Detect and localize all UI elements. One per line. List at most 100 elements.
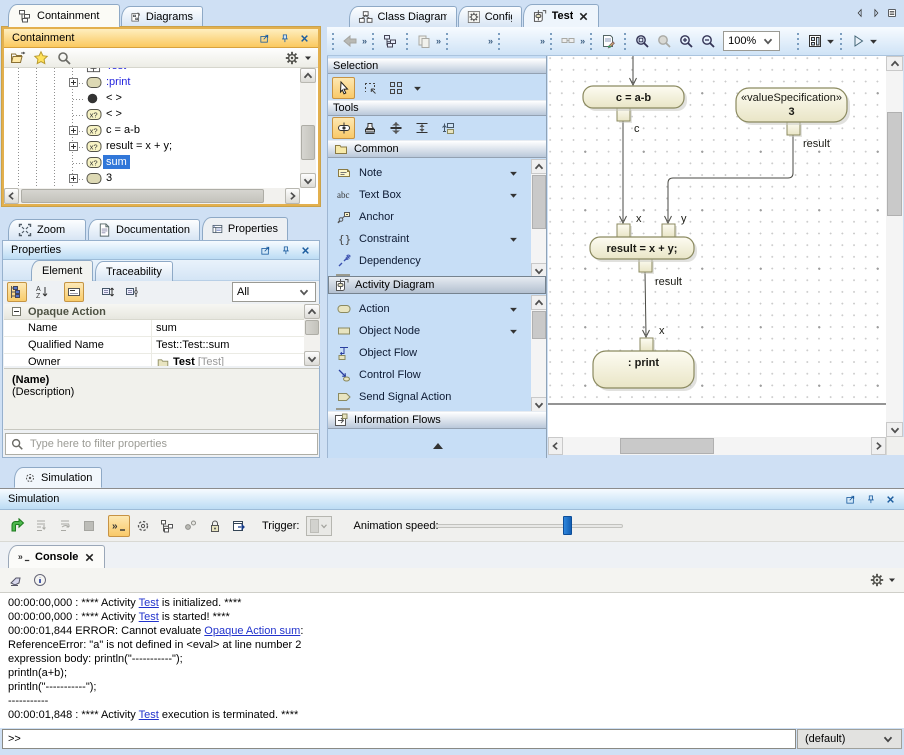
toolbar-grip[interactable] (623, 31, 628, 51)
edge-path[interactable] (645, 272, 646, 335)
console-link[interactable]: Test (139, 611, 159, 623)
layout-button[interactable] (804, 30, 826, 52)
open-folder-button[interactable] (10, 50, 26, 66)
item-dropdown-arrow[interactable] (509, 235, 518, 244)
tree-item[interactable]: x?result = x + y; (4, 139, 300, 155)
canvas-vscrollbar[interactable] (886, 56, 903, 437)
tab-config[interactable]: Config (458, 6, 522, 27)
swimlane-vertical-button[interactable] (384, 117, 407, 139)
toolbar-grip[interactable] (589, 31, 594, 51)
selection-dropdown-arrow[interactable] (413, 84, 422, 93)
toolbar-overflow-chevron[interactable]: » (362, 36, 366, 46)
console-tab-close-icon[interactable] (84, 552, 95, 563)
close-button[interactable] (298, 32, 311, 45)
toolbox-item-control-flow[interactable]: Control Flow (328, 364, 532, 386)
scroll-right-button[interactable] (285, 188, 300, 204)
animation-speed-slider-thumb[interactable] (563, 516, 572, 535)
property-row[interactable]: Namesum (4, 320, 304, 337)
scroll-up-button[interactable] (531, 159, 547, 174)
breakpoints-dots-button[interactable] (180, 515, 202, 537)
scroll-right-button[interactable] (871, 437, 886, 455)
toolbox-item-dependency[interactable]: Dependency (328, 250, 532, 272)
tab-documentation[interactable]: Documentation (88, 219, 200, 240)
animation-speed-slider-track[interactable] (435, 524, 623, 528)
trigger-combo[interactable] (306, 516, 332, 536)
toolbox-item-constraint[interactable]: {}Constraint (328, 228, 532, 250)
scroll-thumb[interactable] (21, 189, 264, 203)
scroll-left-button[interactable] (548, 437, 563, 455)
swimlane-horizontal-button[interactable] (410, 117, 433, 139)
toolbar-overflow-chevron[interactable]: » (488, 36, 492, 46)
pin[interactable] (662, 224, 675, 237)
toolbox-item-send-signal-action[interactable]: Send Signal Action (328, 386, 532, 408)
toolbox-item-anchor[interactable]: Anchor (328, 206, 532, 228)
favorites-star-button[interactable] (33, 50, 49, 66)
toolbox-item-object-node[interactable]: Object Node (328, 320, 532, 342)
toolbar-dropdown-arrow[interactable] (869, 37, 878, 46)
toolbar-overflow-chevron[interactable]: » (540, 36, 544, 46)
close-button[interactable] (299, 244, 312, 257)
toolbox-section-common[interactable]: Common (328, 140, 546, 158)
toolbox-scroll-up-button[interactable] (424, 441, 452, 451)
scroll-down-button[interactable] (304, 351, 320, 366)
toolbox-item-text-box[interactable]: abcText Box (328, 184, 532, 206)
console-session-combo[interactable]: (default) (797, 729, 902, 749)
run-outline-button[interactable] (847, 30, 869, 52)
pin[interactable] (640, 338, 653, 351)
scroll-thumb[interactable] (532, 175, 546, 229)
pin[interactable] (617, 224, 630, 237)
pin-button[interactable] (279, 244, 292, 257)
tab-simulation[interactable]: Simulation (14, 467, 102, 488)
tab-next-button[interactable] (870, 7, 882, 19)
step-over-button[interactable] (54, 515, 76, 537)
settings-gear-button[interactable] (869, 572, 885, 588)
transform-button[interactable] (436, 117, 459, 139)
related-elements-button[interactable] (557, 30, 579, 52)
settings-gear-button[interactable] (284, 50, 300, 66)
restore-button[interactable] (258, 32, 271, 45)
stop-button[interactable] (78, 515, 100, 537)
toolbar-grip[interactable] (796, 31, 801, 51)
stamp-button[interactable] (358, 117, 381, 139)
toolbar-grip[interactable] (371, 31, 376, 51)
copy-button[interactable] (413, 30, 435, 52)
properties-filter-input[interactable]: Type here to filter properties (5, 433, 318, 455)
scroll-thumb[interactable] (532, 311, 546, 339)
scroll-down-button[interactable] (531, 397, 547, 412)
back-arrow-button[interactable] (339, 30, 361, 52)
scroll-left-button[interactable] (4, 188, 19, 204)
scroll-down-button[interactable] (300, 173, 316, 188)
console-command-input[interactable]: >> (2, 729, 796, 749)
multi-select-button[interactable] (384, 77, 407, 99)
console-gear-dropdown[interactable] (888, 576, 896, 584)
scroll-up-button[interactable] (300, 68, 316, 83)
marquee-button[interactable] (358, 77, 381, 99)
restore-button[interactable] (259, 244, 272, 257)
tree-item[interactable]: x?sum (4, 155, 300, 171)
export-frame-button[interactable] (228, 515, 250, 537)
show-description-button[interactable] (64, 282, 84, 302)
property-group-header[interactable]: Opaque Action (4, 304, 304, 320)
zoom-in-button[interactable] (675, 30, 697, 52)
toolbox-section-activity-diagram[interactable]: Activity Diagram (328, 276, 546, 294)
tree-item[interactable]: < > (4, 91, 300, 107)
item-dropdown-arrow[interactable] (509, 327, 518, 336)
expand-nodes-button[interactable] (98, 282, 118, 302)
toolbar-grip[interactable] (445, 31, 450, 51)
scroll-thumb[interactable] (301, 125, 315, 160)
tree-item[interactable]: Test (4, 68, 300, 75)
tab-element[interactable]: Element (31, 260, 93, 281)
tab-close-icon[interactable] (578, 11, 589, 22)
property-row[interactable]: OwnerTest [Test] (4, 354, 304, 366)
tree-item[interactable]: :print (4, 75, 300, 91)
toolbox-scrollbar[interactable] (531, 295, 547, 412)
tab-zoom[interactable]: Zoom (8, 219, 86, 240)
lock-button[interactable] (204, 515, 226, 537)
toolbar-overflow-chevron[interactable]: » (436, 36, 440, 46)
sessions-tree-button[interactable] (156, 515, 178, 537)
zoom-fit-button[interactable] (631, 30, 653, 52)
pin-button[interactable] (864, 493, 877, 506)
zoom-selection-button[interactable] (653, 30, 675, 52)
toolbox-scrollbar[interactable] (531, 159, 547, 278)
dropdown-arrow-icon[interactable] (304, 54, 312, 62)
